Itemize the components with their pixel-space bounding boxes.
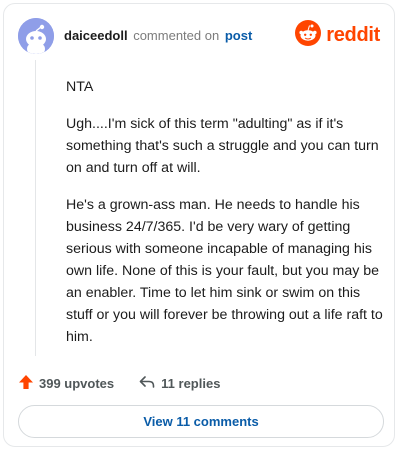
snoo-avatar-icon[interactable] xyxy=(18,18,54,54)
comment-paragraph: He's a grown-ass man. He needs to handle… xyxy=(66,197,383,345)
replies-button[interactable]: 11 replies xyxy=(138,374,220,393)
comment-body: NTA Ugh....I'm sick of this term "adulti… xyxy=(66,76,384,363)
upvote-button[interactable]: 399 upvotes xyxy=(18,374,114,393)
reddit-wordmark: reddit xyxy=(326,23,380,46)
comment-card: daiceedoll commented on post reddit NTA … xyxy=(3,3,395,447)
comment-paragraph: Ugh....I'm sick of this term "adulting" … xyxy=(66,116,379,176)
post-link[interactable]: post xyxy=(225,28,252,43)
reply-arrow-icon xyxy=(138,374,161,393)
view-comments-button[interactable]: View 11 comments xyxy=(18,405,384,438)
reply-count: 11 replies xyxy=(161,375,221,391)
upvote-count: 399 upvotes xyxy=(39,375,115,391)
comment-paragraph: NTA xyxy=(66,79,94,95)
reddit-logo-icon xyxy=(295,19,322,51)
upvote-arrow-icon xyxy=(18,374,39,393)
thread-line[interactable] xyxy=(35,60,36,356)
action-text: commented on xyxy=(133,28,220,43)
username[interactable]: daiceedoll xyxy=(64,28,128,43)
reddit-logo[interactable]: reddit xyxy=(295,19,380,51)
comment-header: daiceedoll commented on post reddit xyxy=(18,18,380,54)
comment-footer: 399 upvotes 11 replies xyxy=(18,373,220,393)
comment-meta: daiceedoll commented on post xyxy=(64,28,252,43)
